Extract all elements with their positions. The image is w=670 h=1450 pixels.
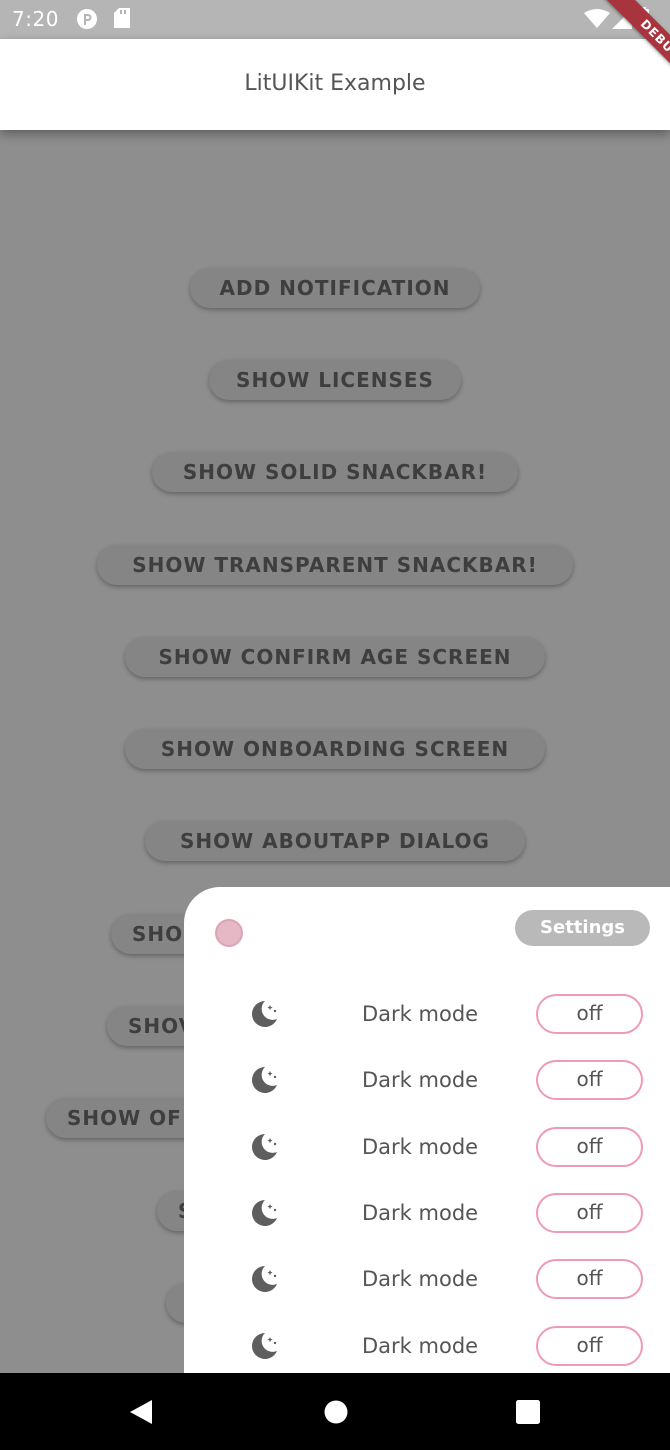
home-icon[interactable] (323, 1399, 349, 1425)
dark-mode-toggle[interactable]: off (536, 1127, 643, 1167)
setting-label: Dark mode (362, 1267, 479, 1291)
setting-row: Dark mode off (184, 1127, 670, 1167)
moon-icon (252, 1001, 277, 1027)
setting-label: Dark mode (362, 1135, 479, 1159)
settings-sheet: Settings Dark mode off Dark mode off Dar… (184, 887, 670, 1373)
dark-mode-toggle[interactable]: off (536, 994, 643, 1034)
show-transparent-snackbar-button[interactable]: SHOW TRANSPARENT SNACKBAR! (97, 545, 573, 585)
setting-row: Dark mode off (184, 1060, 670, 1100)
navigation-bar (0, 1373, 670, 1450)
battery-icon (637, 7, 649, 29)
dark-mode-toggle[interactable]: off (536, 1259, 643, 1299)
status-bar: 7:20 (0, 0, 670, 39)
status-time: 7:20 (12, 7, 59, 31)
setting-row: Dark mode off (184, 994, 670, 1034)
moon-icon (252, 1067, 277, 1093)
add-notification-button[interactable]: ADD NOTIFICATION (190, 268, 480, 308)
moon-icon (252, 1200, 277, 1226)
show-licenses-button[interactable]: SHOW LICENSES (209, 360, 461, 400)
moon-icon (252, 1333, 277, 1359)
cell-signal-icon (612, 9, 632, 29)
show-confirm-age-screen-button[interactable]: SHOW CONFIRM AGE SCREEN (125, 637, 545, 677)
dark-mode-toggle[interactable]: off (536, 1193, 643, 1233)
sd-card-icon (114, 8, 130, 28)
app-title: LitUIKit Example (244, 71, 426, 96)
back-icon[interactable] (128, 1399, 154, 1425)
setting-label: Dark mode (362, 1201, 479, 1225)
settings-button[interactable]: Settings (515, 910, 650, 946)
setting-row: Dark mode off (184, 1193, 670, 1233)
setting-label: Dark mode (362, 1002, 479, 1026)
show-solid-snackbar-button[interactable]: SHOW SOLID SNACKBAR! (152, 452, 518, 492)
show-onboarding-screen-button[interactable]: SHOW ONBOARDING SCREEN (125, 729, 545, 769)
setting-row: Dark mode off (184, 1326, 670, 1366)
setting-label: Dark mode (362, 1334, 479, 1358)
setting-row: Dark mode off (184, 1259, 670, 1299)
wifi-icon (584, 9, 610, 28)
moon-icon (252, 1266, 277, 1292)
moon-icon (252, 1134, 277, 1160)
status-dot (215, 919, 243, 947)
recents-icon[interactable] (515, 1399, 541, 1425)
p-notification-icon (77, 9, 97, 29)
app-bar: LitUIKit Example (0, 39, 670, 130)
show-aboutapp-dialog-button[interactable]: SHOW ABOUTAPP DIALOG (145, 821, 525, 861)
setting-label: Dark mode (362, 1068, 479, 1092)
dark-mode-toggle[interactable]: off (536, 1060, 643, 1100)
dark-mode-toggle[interactable]: off (536, 1326, 643, 1366)
